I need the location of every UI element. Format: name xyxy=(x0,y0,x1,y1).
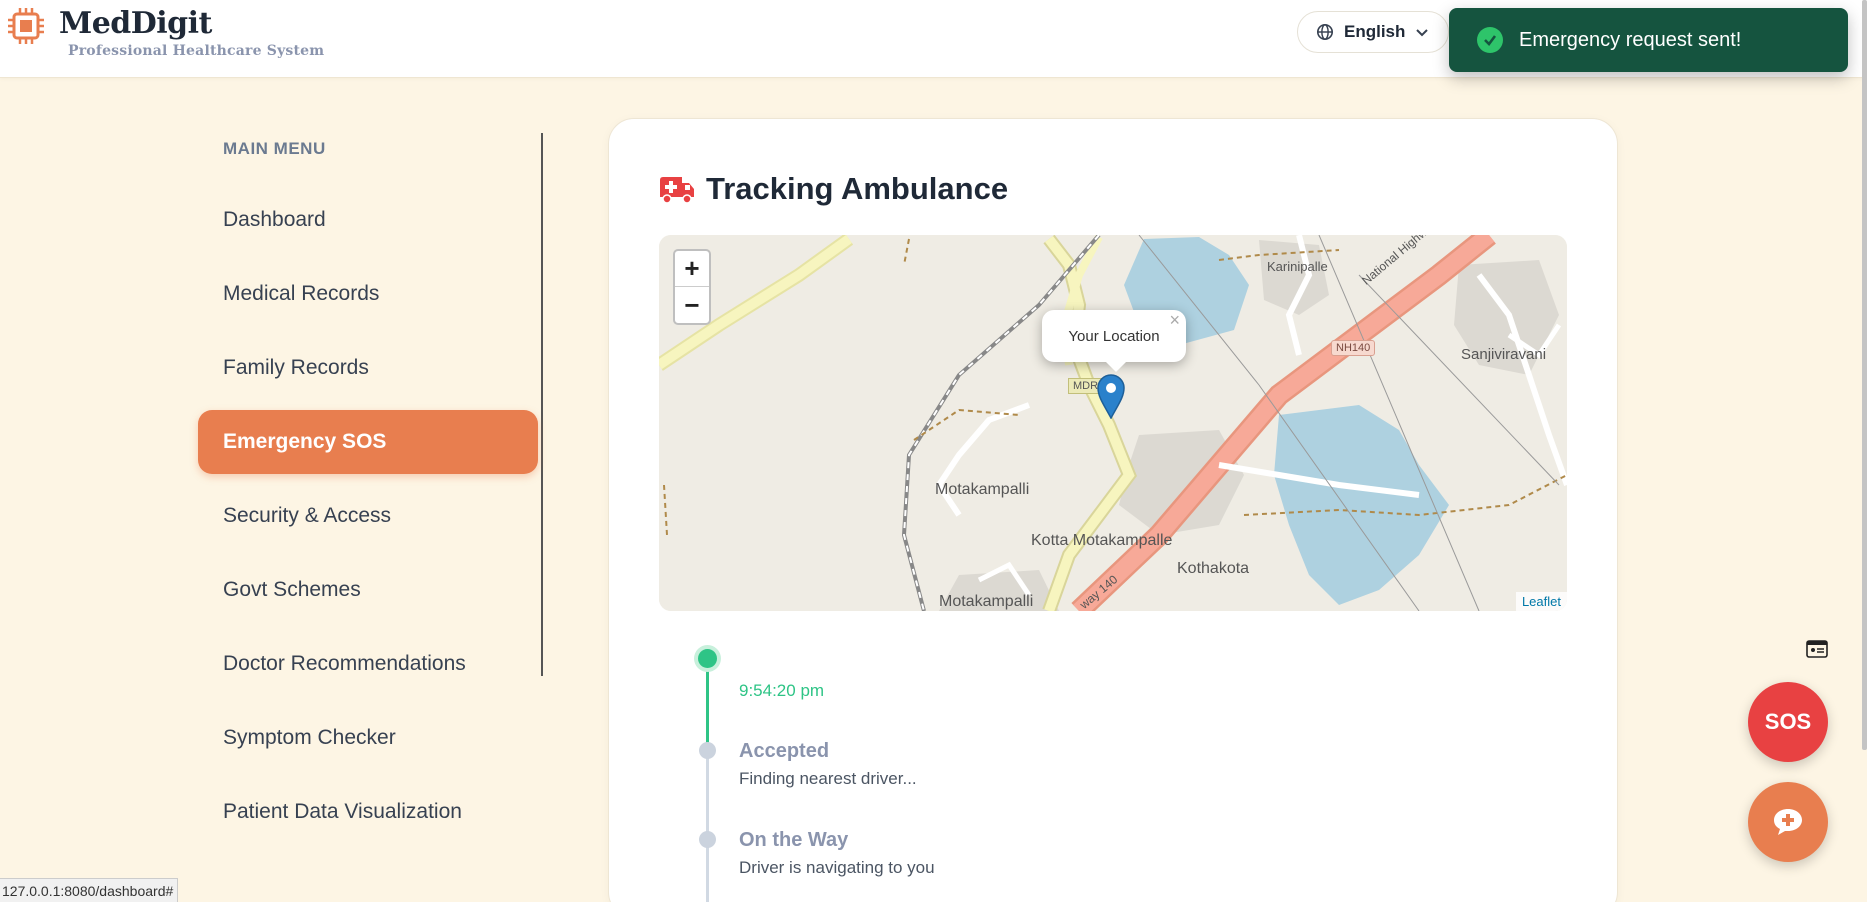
sidebar-item-dashboard[interactable]: Dashboard xyxy=(198,188,538,252)
toast-message: Emergency request sent! xyxy=(1519,28,1742,51)
chat-plus-icon xyxy=(1774,809,1802,835)
map-label-motakampalli-south: Motakampalli xyxy=(939,593,1034,610)
zoom-out-button[interactable]: − xyxy=(675,287,709,323)
map-label-kothakota: Kothakota xyxy=(1177,560,1250,577)
map-label-kotta-motakampalle: Kotta Motakampalle xyxy=(1031,532,1173,549)
timeline-time: 9:54:20 pm xyxy=(739,681,825,700)
location-popup: Your Location × xyxy=(1042,310,1186,372)
timeline-dot-current xyxy=(698,649,717,668)
timeline-step-accepted-desc: Finding nearest driver... xyxy=(739,769,917,788)
sidebar-divider xyxy=(541,133,543,676)
sidebar-item-doctor-recommendations[interactable]: Doctor Recommendations xyxy=(198,632,538,696)
timeline-dot-accepted xyxy=(699,742,716,759)
timeline-dot-on-the-way xyxy=(699,831,716,848)
sidebar-item-symptom-checker[interactable]: Symptom Checker xyxy=(198,706,538,770)
sidebar-item-family-records[interactable]: Family Records xyxy=(198,336,538,400)
sidebar-item-govt-schemes[interactable]: Govt Schemes xyxy=(198,558,538,622)
map-marker-icon[interactable] xyxy=(1096,373,1126,419)
sidebar-item-security-access[interactable]: Security & Access xyxy=(198,484,538,548)
chevron-down-icon xyxy=(1416,29,1429,37)
map-label-sanjiviravani: Sanjiviravani xyxy=(1461,346,1547,363)
menu-heading: MAIN MENU xyxy=(223,139,326,158)
timeline-step-on-the-way-desc: Driver is navigating to you xyxy=(739,858,935,877)
card-title: Tracking Ambulance xyxy=(658,171,1008,207)
check-circle-icon xyxy=(1477,27,1503,53)
sidebar-item-patient-data-visualization[interactable]: Patient Data Visualization xyxy=(198,780,538,844)
zoom-in-button[interactable]: + xyxy=(675,251,709,287)
language-label: English xyxy=(1344,22,1406,41)
map-label-nh-badge: NH140 xyxy=(1331,340,1376,356)
map-label-motakampalli: Motakampalli xyxy=(935,481,1030,498)
sidebar-item-emergency-sos[interactable]: Emergency SOS xyxy=(198,410,538,474)
id-card-icon[interactable] xyxy=(1806,640,1828,658)
ambulance-map[interactable]: Karinipalle National Highway 140 NH140 S… xyxy=(659,235,1567,611)
timeline-step-accepted-title: Accepted xyxy=(739,740,830,762)
zoom-control: + − xyxy=(673,249,711,325)
brand-title[interactable]: MedDigit xyxy=(59,6,212,41)
status-bar-url: 127.0.0.1:8080/dashboard# xyxy=(0,878,179,902)
chip-logo-icon xyxy=(8,8,44,44)
popup-close-button[interactable]: × xyxy=(1169,310,1180,331)
tracking-card: Tracking Ambulance Karinipalle NH140 San… xyxy=(608,118,1618,902)
brand-tagline: Professional Healthcare System xyxy=(68,43,325,59)
sos-button[interactable]: SOS xyxy=(1748,682,1828,762)
popup-text: Your Location xyxy=(1068,327,1160,345)
map-label-karinipalle: Karinipalle xyxy=(1267,259,1328,274)
timeline-line xyxy=(706,749,709,902)
page-scrollbar[interactable] xyxy=(1862,0,1867,750)
card-title-text: Tracking Ambulance xyxy=(706,171,1009,206)
chat-assistant-button[interactable] xyxy=(1748,782,1828,862)
globe-icon xyxy=(1316,23,1334,41)
leaflet-attribution[interactable]: Leaflet xyxy=(1515,592,1567,611)
ambulance-icon xyxy=(660,177,694,204)
timeline-step-on-the-way-title: On the Way xyxy=(739,829,849,851)
map-tiles xyxy=(659,235,1567,611)
sidebar-item-medical-records[interactable]: Medical Records xyxy=(198,262,538,326)
success-toast: Emergency request sent! xyxy=(1449,8,1848,72)
timeline-progress-line xyxy=(706,659,709,752)
language-selector[interactable]: English xyxy=(1297,11,1449,53)
